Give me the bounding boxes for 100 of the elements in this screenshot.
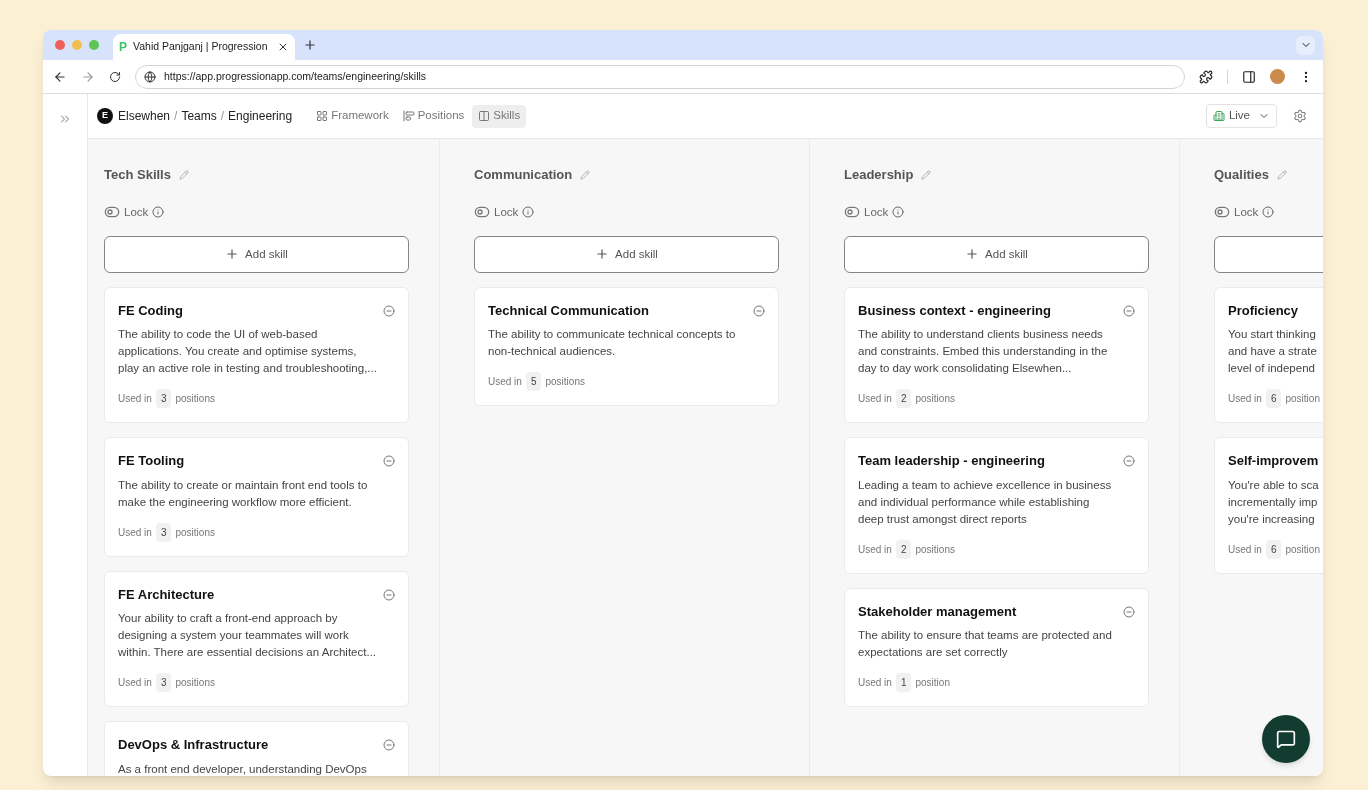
remove-icon[interactable] bbox=[1123, 304, 1135, 317]
positions-label: position bbox=[915, 676, 950, 691]
reload-icon[interactable] bbox=[109, 70, 121, 83]
breadcrumb-link[interactable]: Teams bbox=[181, 107, 217, 125]
skill-title: Stakeholder management bbox=[858, 602, 1017, 621]
nav-tab[interactable]: Framework bbox=[310, 104, 395, 128]
skill-card[interactable]: Business context - engineering The ability to understand clients business needs and constraints. Embed this understanding in the day to day work consolidating Elsewhen... Used in 2 positions bbox=[844, 286, 1149, 424]
nav-tab[interactable]: Skills bbox=[472, 104, 527, 128]
edit-icon[interactable] bbox=[921, 169, 932, 180]
skill-description: Leading a team to achieve excellence in business and individual performance while establishing deep trust amongst direct reports bbox=[858, 477, 1113, 527]
skill-card[interactable]: Technical Communication The ability to communicate technical concepts to non-technical audiences. Used in 5 positions bbox=[474, 286, 779, 407]
positions-label: positions bbox=[175, 676, 215, 691]
info-icon[interactable] bbox=[1262, 206, 1275, 219]
column-title: Tech Skills bbox=[104, 166, 171, 184]
count-badge: 6 bbox=[1265, 389, 1282, 409]
used-in-label: Used in bbox=[118, 676, 152, 691]
new-tab-icon[interactable] bbox=[303, 38, 317, 52]
column-title: Leadership bbox=[844, 166, 914, 184]
count-badge: 1 bbox=[895, 673, 912, 693]
forward-icon[interactable] bbox=[81, 69, 95, 84]
lock-label: Lock bbox=[1234, 204, 1259, 220]
info-icon[interactable] bbox=[522, 206, 535, 219]
skill-description: The ability to ensure that teams are protected and expectations are set correctly bbox=[858, 628, 1113, 661]
skill-card[interactable]: Stakeholder management The ability to ensure that teams are protected and expectations are set correctly Used in 1 position bbox=[844, 587, 1149, 708]
tab-menu-button[interactable] bbox=[1296, 35, 1315, 55]
side-panel-icon[interactable] bbox=[1242, 69, 1256, 84]
skill-title: FE Architecture bbox=[118, 585, 215, 604]
plus-icon bbox=[225, 247, 240, 262]
count-badge: 2 bbox=[895, 539, 912, 559]
skill-title: FE Tooling bbox=[118, 452, 185, 471]
extensions-icon[interactable] bbox=[1199, 69, 1213, 84]
positions-label: positions bbox=[175, 525, 215, 540]
bars-icon bbox=[402, 110, 415, 122]
info-icon[interactable] bbox=[152, 206, 165, 219]
used-in-label: Used in bbox=[858, 392, 892, 407]
skill-description: Your ability to craft a front-end approach by designing a system your teammates will work within. There are essential decisions an Architect... bbox=[118, 611, 378, 661]
positions-label: positions bbox=[545, 375, 585, 390]
count-badge: 3 bbox=[155, 522, 172, 542]
tab-title: Vahid Panjganj | Progression bbox=[133, 39, 269, 55]
settings-icon[interactable] bbox=[1293, 109, 1307, 123]
used-in-label: Used in bbox=[1228, 392, 1262, 407]
plus-icon bbox=[965, 247, 980, 262]
expand-icon[interactable] bbox=[58, 112, 72, 126]
info-icon[interactable] bbox=[892, 206, 905, 219]
breadcrumb-link[interactable]: Engineering bbox=[228, 107, 293, 125]
status-dropdown[interactable]: Live bbox=[1205, 104, 1277, 128]
remove-icon[interactable] bbox=[1123, 455, 1135, 467]
column-title: Qualities bbox=[1214, 166, 1269, 184]
skill-title: Self-improvem bbox=[1228, 452, 1319, 471]
skill-card[interactable]: DevOps & Infrastructure As a front end developer, understanding DevOps bbox=[104, 721, 409, 776]
browser-tab[interactable]: P Vahid Panjganj | Progression bbox=[113, 34, 295, 60]
remove-icon[interactable] bbox=[383, 588, 395, 601]
nav-tab[interactable]: Positions bbox=[396, 104, 471, 128]
lock-label: Lock bbox=[124, 204, 149, 220]
edit-icon[interactable] bbox=[178, 169, 189, 180]
count-badge: 6 bbox=[1265, 539, 1282, 559]
skill-card[interactable]: Self-improvem You're able to sca incrementally imp you're increasing Used in 6 position bbox=[1214, 437, 1323, 574]
positions-label: position bbox=[1285, 542, 1320, 557]
remove-icon[interactable] bbox=[753, 304, 765, 317]
skill-card[interactable]: FE Coding The ability to code the UI of web-based applications. You create and optimise systems, play an active role in testing and troubleshooting,... Used in 3 positions bbox=[104, 286, 409, 424]
remove-icon[interactable] bbox=[1123, 605, 1135, 618]
skill-card[interactable]: FE Architecture Your ability to craft a front-end approach by designing a system your teammates will work within. There are essential decisions an Architect... Used in 3 positions bbox=[104, 570, 409, 708]
skill-description: The ability to create or maintain front end tools to make the engineering workflow more efficient. bbox=[118, 477, 369, 510]
skill-description: As a front end developer, understanding DevOps bbox=[118, 761, 368, 776]
remove-icon[interactable] bbox=[383, 304, 395, 317]
used-in-label: Used in bbox=[858, 676, 892, 691]
tab-logo: P bbox=[119, 39, 127, 56]
breadcrumb-link[interactable]: Elsewhen bbox=[118, 107, 171, 125]
count-badge: 5 bbox=[525, 372, 542, 392]
skill-description: The ability to code the UI of web-based applications. You create and optimise systems, play an active role in testing and troubleshooting,... bbox=[118, 327, 378, 377]
plus-icon bbox=[595, 247, 610, 262]
column-title: Communication bbox=[474, 166, 573, 184]
skill-title: Proficiency bbox=[1228, 301, 1299, 320]
positions-label: positions bbox=[915, 392, 955, 407]
skill-description: You're able to sca incrementally imp you're increasing bbox=[1228, 477, 1320, 527]
skill-title: DevOps & Infrastructure bbox=[118, 736, 269, 755]
breadcrumb-separator: / bbox=[220, 108, 225, 125]
profile-avatar[interactable] bbox=[1270, 69, 1285, 84]
skill-card[interactable]: Proficiency You start thinking and have a strate level of independ Used in 6 position bbox=[1214, 286, 1323, 424]
breadcrumb-separator: / bbox=[174, 108, 178, 125]
edit-icon[interactable] bbox=[1276, 169, 1287, 180]
edit-icon[interactable] bbox=[580, 169, 591, 180]
lock-label: Lock bbox=[864, 204, 889, 220]
positions-label: position bbox=[1285, 392, 1320, 407]
add-skill-button[interactable]: Add skill bbox=[474, 235, 779, 273]
skill-card[interactable]: FE Tooling The ability to create or maintain front end tools to make the engineering workflow more efficient. Used in 3 positions bbox=[104, 437, 409, 557]
skill-title: FE Coding bbox=[118, 301, 183, 320]
remove-icon[interactable] bbox=[383, 739, 395, 751]
building-icon bbox=[1212, 110, 1225, 122]
back-icon[interactable] bbox=[53, 69, 67, 84]
used-in-label: Used in bbox=[118, 525, 152, 540]
lock-label: Lock bbox=[494, 204, 519, 220]
skill-card[interactable]: Team leadership - engineering Leading a team to achieve excellence in business and individual performance while establishing deep trust amongst direct reports Used in 2 positions bbox=[844, 437, 1149, 574]
add-skill-button[interactable]: Add skill bbox=[104, 235, 409, 273]
close-icon[interactable] bbox=[277, 41, 289, 53]
skill-description: The ability to communicate technical concepts to non-technical audiences. bbox=[488, 327, 737, 360]
skill-title: Team leadership - engineering bbox=[858, 452, 1045, 471]
add-skill-button[interactable]: Add skill bbox=[844, 235, 1149, 273]
columns-icon bbox=[478, 110, 491, 122]
remove-icon[interactable] bbox=[383, 455, 395, 467]
